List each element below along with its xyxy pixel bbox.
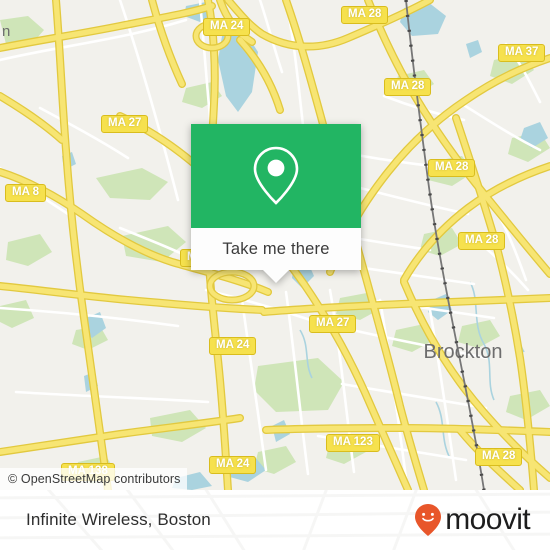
popup-tail-arrow xyxy=(263,270,289,283)
highway-shield: MA 24 xyxy=(209,337,257,355)
take-me-there-label: Take me there xyxy=(222,239,330,258)
highway-shield: MA 28 xyxy=(458,232,506,250)
moovit-brand: moovit xyxy=(414,503,531,537)
map-attribution[interactable]: © OpenStreetMap contributors xyxy=(0,468,187,490)
highway-shield: MA 37 xyxy=(498,44,546,62)
location-popup[interactable]: Take me there xyxy=(191,124,361,283)
highway-shield: MA 123 xyxy=(326,434,380,452)
highway-shield: MA 24 xyxy=(209,456,257,474)
footer-bar: Infinite Wireless, Boston moovit xyxy=(0,490,550,550)
highway-shield: MA 27 xyxy=(101,115,149,133)
map-canvas[interactable]: Brockton n MA 24 MA 28 MA 37 MA 28 MA 27 MA 2… xyxy=(0,0,550,490)
highway-shield: MA 28 xyxy=(475,448,523,466)
popup-action-bar[interactable]: Take me there xyxy=(191,228,361,283)
highway-shield: MA 24 xyxy=(203,18,251,36)
attribution-text: © OpenStreetMap contributors xyxy=(8,472,181,486)
moovit-wordmark: moovit xyxy=(445,503,530,536)
moovit-map-screen: Brockton n MA 24 MA 28 MA 37 MA 28 MA 27 MA 2… xyxy=(0,0,550,550)
highway-shield: MA 27 xyxy=(309,315,357,333)
highway-shield: MA 28 xyxy=(341,6,389,24)
moovit-smile-pin-icon xyxy=(415,504,442,536)
highway-shield: MA 8 xyxy=(5,184,47,202)
highway-shield: MA 28 xyxy=(384,78,432,96)
place-title: Infinite Wireless, Boston xyxy=(26,510,211,529)
location-pin-icon xyxy=(253,146,299,205)
highway-shield: MA 28 xyxy=(428,159,476,177)
popup-image-header xyxy=(191,124,361,228)
